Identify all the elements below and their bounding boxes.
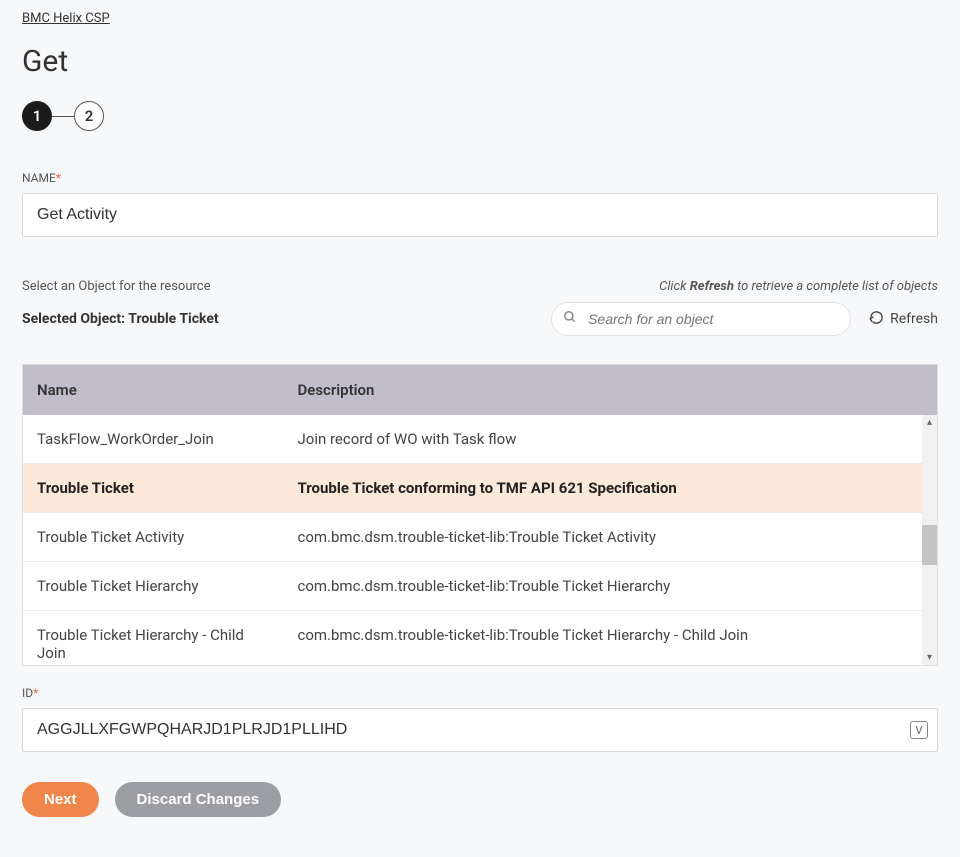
cell-desc: com.bmc.dsm.trouble-ticket-lib:Trouble T… [283, 611, 937, 665]
id-input[interactable] [22, 708, 938, 752]
name-label: NAME* [22, 171, 938, 185]
cell-desc: Trouble Ticket conforming to TMF API 621… [283, 464, 937, 512]
refresh-label: Refresh [890, 311, 938, 327]
required-asterisk: * [56, 171, 61, 185]
scroll-thumb[interactable] [922, 525, 937, 565]
required-asterisk: * [33, 686, 38, 700]
refresh-hint-bold: Refresh [690, 279, 734, 294]
refresh-hint: Click Refresh to retrieve a complete lis… [659, 279, 938, 294]
breadcrumb[interactable]: BMC Helix CSP [22, 11, 110, 26]
search-wrapper [551, 302, 851, 336]
object-table: Name Description TaskFlow_WorkOrder_Join… [22, 364, 938, 666]
id-label-text: ID [22, 686, 33, 700]
next-button[interactable]: Next [22, 782, 99, 817]
col-header-name[interactable]: Name [23, 365, 283, 415]
table-body: TaskFlow_WorkOrder_JoinJoin record of WO… [23, 415, 937, 665]
cell-desc: Join record of WO with Task flow [283, 415, 937, 463]
refresh-icon [869, 310, 884, 329]
table-row[interactable]: Trouble TicketTrouble Ticket conforming … [23, 463, 937, 512]
table-row[interactable]: Trouble Ticket Activitycom.bmc.dsm.troub… [23, 512, 937, 561]
name-input[interactable] [22, 193, 938, 237]
table-row[interactable]: TaskFlow_WorkOrder_JoinJoin record of WO… [23, 415, 937, 463]
cell-desc: com.bmc.dsm.trouble-ticket-lib:Trouble T… [283, 513, 937, 561]
table-header: Name Description [23, 365, 937, 415]
cell-name: Trouble Ticket Hierarchy - Child Join [23, 611, 283, 665]
refresh-button[interactable]: Refresh [869, 310, 938, 329]
select-object-hint: Select an Object for the resource [22, 279, 211, 294]
search-icon [563, 310, 577, 328]
refresh-hint-prefix: Click [659, 279, 690, 294]
step-2[interactable]: 2 [74, 101, 104, 131]
cell-name: Trouble Ticket [23, 464, 283, 512]
wizard-steps: 1 2 [22, 101, 938, 131]
table-row[interactable]: Trouble Ticket Hierarchy - Child Joincom… [23, 610, 937, 665]
variable-picker-icon[interactable]: V [910, 721, 928, 739]
selected-object-label: Selected Object: Trouble Ticket [22, 311, 219, 327]
cell-name: TaskFlow_WorkOrder_Join [23, 415, 283, 463]
scroll-up-icon[interactable]: ▴ [922, 415, 937, 430]
selected-object-value: Trouble Ticket [128, 311, 218, 327]
table-row[interactable]: Trouble Ticket Hierarchycom.bmc.dsm.trou… [23, 561, 937, 610]
discard-button[interactable]: Discard Changes [115, 782, 282, 817]
cell-name: Trouble Ticket Hierarchy [23, 562, 283, 610]
scroll-down-icon[interactable]: ▾ [922, 650, 937, 665]
name-label-text: NAME [22, 171, 56, 185]
cell-desc: com.bmc.dsm.trouble-ticket-lib:Trouble T… [283, 562, 937, 610]
selected-prefix: Selected Object: [22, 311, 128, 327]
page-title: Get [22, 44, 938, 79]
scrollbar-track[interactable]: ▴ ▾ [922, 415, 937, 665]
id-label: ID* [22, 686, 938, 700]
cell-name: Trouble Ticket Activity [23, 513, 283, 561]
step-1[interactable]: 1 [22, 101, 52, 131]
step-connector [52, 116, 74, 117]
refresh-hint-suffix: to retrieve a complete list of objects [734, 279, 938, 294]
col-header-desc[interactable]: Description [283, 365, 937, 415]
search-input[interactable] [551, 302, 851, 336]
